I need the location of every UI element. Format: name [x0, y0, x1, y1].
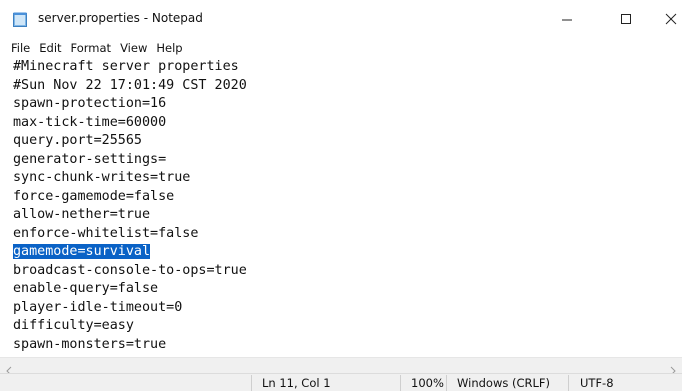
close-icon: [665, 13, 677, 25]
text-line: spawn-protection=16: [13, 96, 167, 111]
vertical-scrollbar[interactable]: [666, 58, 682, 357]
status-divider: [400, 375, 401, 391]
notepad-icon: [13, 12, 29, 27]
text-line: generator-settings=: [13, 151, 167, 167]
menu-file[interactable]: File: [7, 41, 35, 55]
text-line: broadcast-console-to-ops=true: [13, 262, 247, 278]
menu-help[interactable]: Help: [152, 41, 187, 55]
text-line: difficulty=easy: [13, 318, 134, 333]
title-bar[interactable]: server.properties - Notepad: [0, 0, 682, 38]
text-line: spawn-monsters=true: [13, 336, 167, 352]
menu-view[interactable]: View: [116, 41, 152, 55]
menu-edit[interactable]: Edit: [35, 41, 66, 55]
notepad-window: server.properties - Notepad File Edit Fo…: [0, 0, 682, 391]
status-divider: [251, 375, 252, 391]
text-line: query.port=25565: [13, 133, 142, 148]
menu-format[interactable]: Format: [67, 41, 117, 55]
window-title: server.properties - Notepad: [38, 11, 203, 25]
text-line: allow-nether=true: [13, 207, 151, 222]
text-line: enforce-whitelist=false: [13, 225, 199, 241]
text-selection: gamemode=survival: [13, 244, 151, 259]
status-bar: Ln 11, Col 1 100% Windows (CRLF) UTF-8: [0, 373, 682, 391]
text-line: enable-query=false: [13, 281, 159, 296]
text-line: player-idle-timeout=0: [13, 299, 183, 315]
line-ending: Windows (CRLF): [457, 376, 551, 390]
text-line: #Minecraft server properties: [13, 59, 239, 74]
text-line: force-gamemode=false: [13, 188, 175, 204]
minimize-button[interactable]: [544, 0, 590, 38]
encoding: UTF-8: [580, 376, 614, 390]
close-button[interactable]: [648, 0, 682, 38]
cursor-position: Ln 11, Col 1: [262, 376, 331, 390]
selected-text-line: gamemode=survival: [13, 243, 668, 262]
maximize-button[interactable]: [603, 0, 649, 38]
text-line: sync-chunk-writes=true: [13, 170, 191, 185]
status-divider: [568, 375, 569, 391]
status-divider: [446, 375, 447, 391]
minimize-icon: [562, 19, 572, 21]
text-editor[interactable]: #Minecraft server properties #Sun Nov 22…: [13, 58, 668, 355]
text-line: #Sun Nov 22 17:01:49 CST 2020: [13, 77, 247, 93]
menu-bar: File Edit Format View Help: [0, 38, 682, 57]
text-line: max-tick-time=60000: [13, 114, 167, 130]
horizontal-scrollbar[interactable]: [0, 357, 682, 376]
zoom-level: 100%: [411, 376, 444, 390]
maximize-icon: [621, 14, 631, 24]
